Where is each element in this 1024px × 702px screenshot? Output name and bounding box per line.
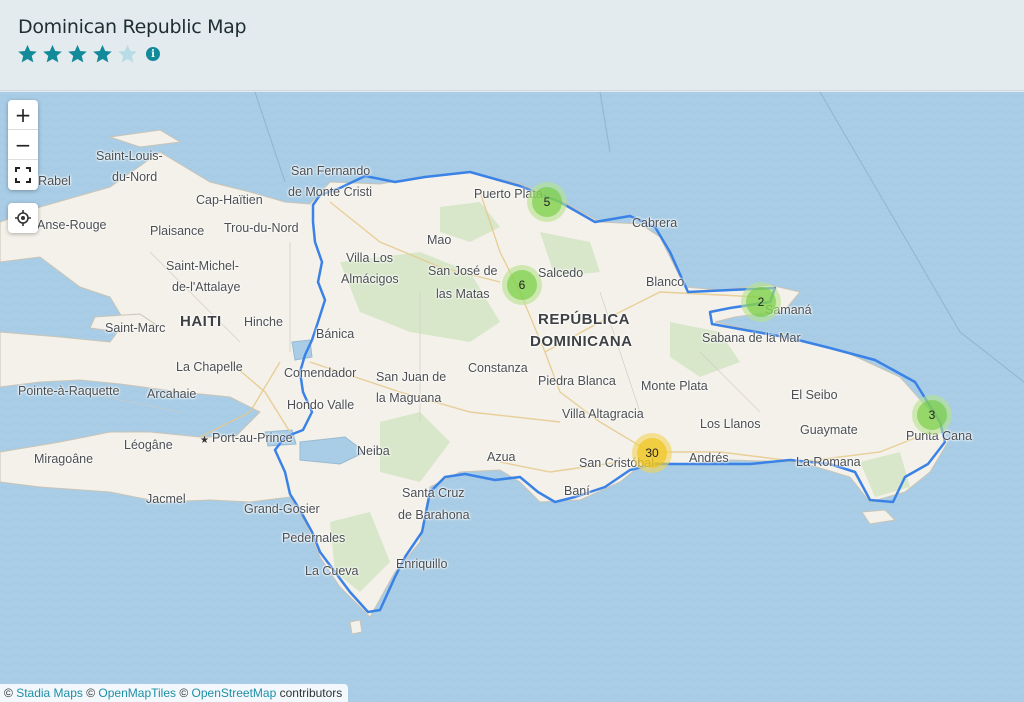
place-label: Santa Cruz [402,486,465,500]
copyright-symbol: © [86,686,96,700]
place-label: San Fernando [291,164,371,178]
country-label-dr-line1: REPÚBLICA [538,311,631,328]
zoom-in-button[interactable]: + [8,100,38,130]
place-label: du-Nord [112,170,158,184]
place-label: Pointe-à-Raquette [18,384,120,398]
place-label: La Cueva [305,564,359,578]
place-label: Hondo Valle [287,398,355,412]
place-label: Miragoâne [34,452,94,466]
place-label: Villa Los [346,251,394,265]
place-label: Baní [564,484,590,498]
star-empty-icon[interactable] [117,44,138,64]
place-label: Cabrera [632,216,678,230]
place-label: La Romana [796,455,861,469]
page-header: Dominican Republic Map i [0,0,1024,91]
place-label: de-l'Attalaye [172,280,241,294]
place-label: Azua [487,450,516,464]
place-label: Saint-Louis- [96,149,163,163]
puerto-plata-cluster[interactable]: 5 [527,182,567,222]
place-label: San José de [428,264,498,278]
samana-cluster[interactable]: 2 [741,282,781,322]
place-label: Villa Altagracia [562,407,644,421]
cluster-count: 30 [637,438,667,468]
fullscreen-icon [15,167,31,183]
copyright-symbol: © [179,686,189,700]
place-label: -Rabel [34,174,71,188]
place-label: Anse-Rouge [37,218,107,232]
place-label: Plaisance [150,224,205,238]
place-label: Sabana de la Mar [702,331,801,345]
star-filled-icon[interactable] [42,44,63,64]
place-label: las Matas [436,287,490,301]
info-icon[interactable]: i [146,47,160,61]
map-view[interactable]: ★ Saint-Louis- du-Nord -Rabel Cap-Haïtie… [0,92,1024,702]
map-attribution: © Stadia Maps © OpenMapTiles © OpenStree… [0,684,349,702]
place-label: Blanco [646,275,685,289]
place-label: Bánica [316,327,355,341]
place-label: Almácigos [341,272,399,286]
attribution-suffix: contributors [279,686,343,700]
place-label: Monte Plata [641,379,708,393]
place-label: Saint-Marc [105,321,166,335]
place-label: Constanza [468,361,528,375]
place-label: San Juan de [376,370,447,384]
punta-cana-cluster[interactable]: 3 [912,395,952,435]
locate-icon [15,210,31,226]
place-label: Piedra Blanca [538,374,616,388]
page-title: Dominican Republic Map [18,16,247,38]
place-label: Guaymate [800,423,858,437]
place-label: Léogâne [124,438,173,452]
cluster-count: 3 [917,400,947,430]
svg-text:★: ★ [200,435,209,446]
copyright-symbol: © [4,686,13,700]
place-label: La Chapelle [176,360,243,374]
locate-button[interactable] [8,203,38,233]
place-label: Jacmel [146,492,186,506]
country-label-dr-line2: DOMINICANA [530,333,633,350]
santo-domingo-cluster[interactable]: 30 [632,433,672,473]
zoom-out-button[interactable]: − [8,130,38,160]
cluster-count: 6 [507,270,537,300]
star-filled-icon[interactable] [67,44,88,64]
place-label: Mao [427,233,452,247]
place-label: Port-au-Prince [212,431,293,445]
place-label: Trou-du-Nord [224,221,299,235]
place-label: El Seibo [791,388,838,402]
place-label: la Maguana [376,391,442,405]
openmaptiles-link[interactable]: OpenMapTiles [98,686,176,700]
place-label: Comendador [284,366,357,380]
place-label: de Barahona [398,508,470,522]
place-label: Salcedo [538,266,584,280]
cluster-count: 2 [746,287,776,317]
place-label: Neiba [357,444,390,458]
map-zoom-controls: + − [8,100,38,190]
place-label: Grand-Gosier [244,502,320,516]
openstreetmap-link[interactable]: OpenStreetMap [192,686,277,700]
place-label: Arcahaie [147,387,197,401]
star-filled-icon[interactable] [17,44,38,64]
place-label: Pedernales [282,531,346,545]
place-label: Hinche [244,315,283,329]
fullscreen-button[interactable] [8,160,38,190]
santiago-cluster[interactable]: 6 [502,265,542,305]
place-label: Andrés [689,451,729,465]
star-rating: i [17,44,160,64]
place-label: Saint-Michel- [166,259,239,273]
place-label: de Monte Cristi [288,185,373,199]
star-filled-icon[interactable] [92,44,113,64]
place-label: Enriquillo [396,557,448,571]
cluster-count: 5 [532,187,562,217]
place-label: Los Llanos [700,417,761,431]
place-label: Cap-Haïtien [196,193,263,207]
country-label-haiti: HAITI [180,313,222,330]
stadia-maps-link[interactable]: Stadia Maps [16,686,83,700]
